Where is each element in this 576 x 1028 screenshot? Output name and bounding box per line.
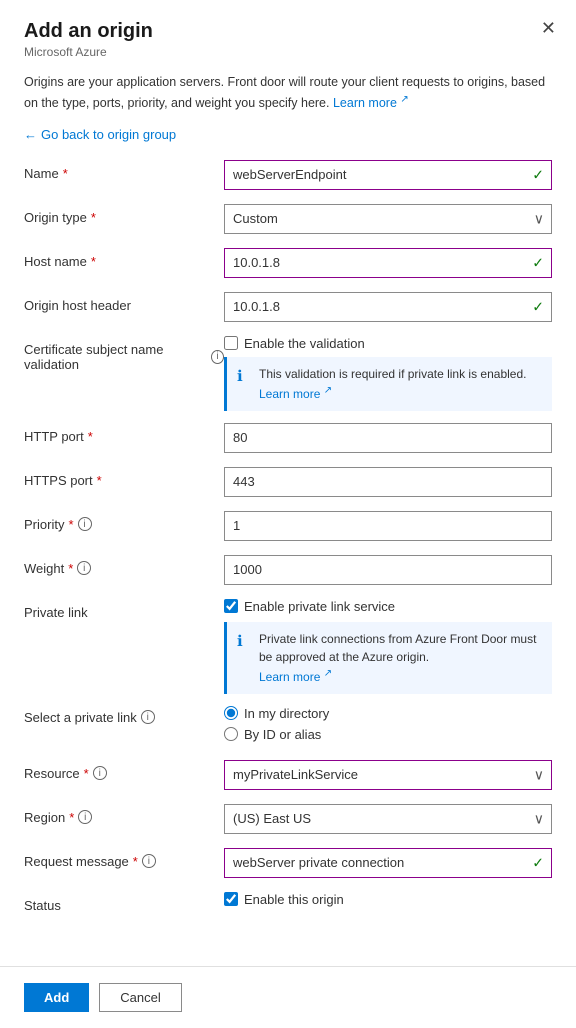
priority-info-icon[interactable]: i <box>78 517 92 531</box>
origin-host-header-check-icon: ✓ <box>532 298 544 315</box>
resource-chevron-icon: ∨ <box>534 766 544 783</box>
https-port-row: HTTPS port * <box>24 467 552 499</box>
origin-type-chevron-icon: ∨ <box>534 210 544 227</box>
region-select[interactable]: (US) East US <box>224 804 552 834</box>
name-check-icon: ✓ <box>532 166 544 183</box>
select-private-link-row: Select a private link i In my directory … <box>24 706 552 748</box>
radio-in-my-directory[interactable] <box>224 706 238 720</box>
host-name-input[interactable] <box>224 248 552 278</box>
add-origin-panel: ✕ Add an origin Microsoft Azure Origins … <box>0 0 576 956</box>
priority-input[interactable] <box>224 511 552 541</box>
request-message-label: Request message * i <box>24 848 224 869</box>
weight-info-icon[interactable]: i <box>77 561 91 575</box>
cert-info-box: ℹ This validation is required if private… <box>224 357 552 411</box>
priority-label: Priority * i <box>24 511 224 532</box>
info-circle-icon: ℹ <box>237 366 253 389</box>
select-private-link-label: Select a private link i <box>24 706 224 725</box>
private-link-info-box: ℹ Private link connections from Azure Fr… <box>224 622 552 694</box>
cert-validation-checkbox[interactable] <box>224 336 238 350</box>
name-row: Name * ✓ <box>24 160 552 192</box>
resource-select[interactable]: myPrivateLinkService <box>224 760 552 790</box>
name-input[interactable] <box>224 160 552 190</box>
request-message-row: Request message * i ✓ <box>24 848 552 880</box>
origin-host-header-row: Origin host header ✓ <box>24 292 552 324</box>
origin-host-header-input[interactable] <box>224 292 552 322</box>
back-to-origin-group-link[interactable]: ← Go back to origin group <box>24 127 176 142</box>
resource-info-icon[interactable]: i <box>93 766 107 780</box>
close-button[interactable]: ✕ <box>541 18 556 39</box>
origin-type-select[interactable]: Custom <box>224 204 552 234</box>
http-port-input[interactable] <box>224 423 552 453</box>
status-row: Status Enable this origin <box>24 892 552 924</box>
status-checkbox-label: Enable this origin <box>244 892 344 907</box>
radio-in-my-directory-label: In my directory <box>244 706 329 721</box>
resource-row: Resource * i myPrivateLinkService ∨ <box>24 760 552 792</box>
region-label: Region * i <box>24 804 224 825</box>
name-label: Name * <box>24 160 224 181</box>
region-row: Region * i (US) East US ∨ <box>24 804 552 836</box>
select-private-link-info-icon[interactable]: i <box>141 710 155 724</box>
private-link-checkbox-label: Enable private link service <box>244 599 395 614</box>
private-link-info-circle-icon: ℹ <box>237 631 253 654</box>
host-name-label: Host name * <box>24 248 224 269</box>
host-name-row: Host name * ✓ <box>24 248 552 280</box>
origin-host-header-label: Origin host header <box>24 292 224 313</box>
private-link-row: Private link Enable private link service… <box>24 599 552 694</box>
description-link[interactable]: Learn more ↗ <box>333 96 409 110</box>
http-port-row: HTTP port * <box>24 423 552 455</box>
cert-info-icon[interactable]: i <box>211 350 224 364</box>
host-name-check-icon: ✓ <box>532 254 544 271</box>
add-button[interactable]: Add <box>24 983 89 1012</box>
http-port-label: HTTP port * <box>24 423 224 444</box>
status-label: Status <box>24 892 224 913</box>
weight-input[interactable] <box>224 555 552 585</box>
private-link-checkbox[interactable] <box>224 599 238 613</box>
weight-label: Weight * i <box>24 555 224 576</box>
description-text: Origins are your application servers. Fr… <box>24 73 552 113</box>
origin-type-label: Origin type * <box>24 204 224 225</box>
panel-subtitle: Microsoft Azure <box>24 45 552 59</box>
status-checkbox[interactable] <box>224 892 238 906</box>
request-message-check-icon: ✓ <box>532 854 544 871</box>
radio-by-id[interactable] <box>224 727 238 741</box>
cert-validation-row: Certificate subject name validation i En… <box>24 336 552 411</box>
panel-title: Add an origin <box>24 20 552 43</box>
cert-validation-checkbox-label: Enable the validation <box>244 336 365 351</box>
footer: Add Cancel <box>0 966 576 1028</box>
https-port-label: HTTPS port * <box>24 467 224 488</box>
request-message-input[interactable] <box>224 848 552 878</box>
cert-validation-label: Certificate subject name validation i <box>24 336 224 372</box>
region-info-icon[interactable]: i <box>78 810 92 824</box>
private-link-learn-more-link[interactable]: Learn more ↗ <box>259 670 332 684</box>
cancel-button[interactable]: Cancel <box>99 983 181 1012</box>
resource-label: Resource * i <box>24 760 224 781</box>
region-chevron-icon: ∨ <box>534 810 544 827</box>
weight-row: Weight * i <box>24 555 552 587</box>
cert-learn-more-link[interactable]: Learn more ↗ <box>259 387 332 401</box>
https-port-input[interactable] <box>224 467 552 497</box>
priority-row: Priority * i <box>24 511 552 543</box>
request-message-info-icon[interactable]: i <box>142 854 156 868</box>
origin-type-row: Origin type * Custom ∨ <box>24 204 552 236</box>
radio-by-id-label: By ID or alias <box>244 727 321 742</box>
private-link-label: Private link <box>24 599 224 620</box>
